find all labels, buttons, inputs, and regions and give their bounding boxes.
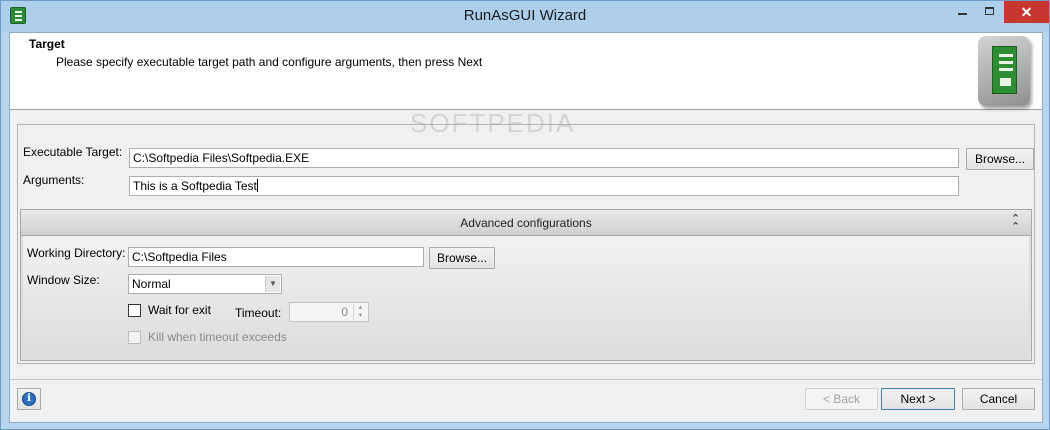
close-icon: ✕ <box>1020 4 1033 20</box>
window-title: RunAsGUI Wizard <box>463 7 587 24</box>
wizard-client: Target Please specify executable target … <box>9 32 1043 423</box>
working-directory-browse-button[interactable]: Browse... <box>429 247 495 269</box>
collapse-chevron-icon[interactable]: ⌃ ⌃ <box>1011 214 1020 233</box>
timeout-label: Timeout: <box>235 306 282 320</box>
close-button[interactable]: ✕ <box>1004 1 1049 23</box>
minimize-icon <box>958 13 967 15</box>
executable-browse-button[interactable]: Browse... <box>966 148 1034 170</box>
working-directory-input[interactable]: C:\Softpedia Files <box>128 247 424 267</box>
timeout-spinner: 0 ▲ ▼ <box>289 302 369 322</box>
window-size-value: Normal <box>132 277 171 291</box>
target-group: Executable Target: C:\Softpedia Files\So… <box>17 124 1035 364</box>
app-logo-icon <box>978 36 1030 106</box>
maximize-button[interactable] <box>976 1 1003 23</box>
window-size-select[interactable]: Normal ▼ <box>128 274 282 294</box>
dropdown-arrow-icon[interactable]: ▼ <box>265 276 280 292</box>
maximize-icon <box>985 7 994 15</box>
kill-timeout-label: Kill when timeout exceeds <box>148 330 287 344</box>
page-title: Target <box>29 37 65 51</box>
advanced-panel: Advanced configurations ⌃ ⌃ Working Direc… <box>20 209 1032 361</box>
wizard-header: Target Please specify executable target … <box>10 33 1042 110</box>
window-size-label: Window Size: <box>27 273 100 287</box>
text-caret <box>256 179 258 192</box>
advanced-panel-title: Advanced configurations <box>460 216 592 230</box>
spin-down-icon: ▼ <box>357 313 364 319</box>
minimize-button[interactable] <box>949 1 976 23</box>
executable-target-label: Executable Target: <box>23 145 123 159</box>
advanced-panel-body: Working Directory: C:\Softpedia Files Br… <box>23 236 1029 360</box>
wizard-window: RunAsGUI Wizard ✕ Target Please specify … <box>0 0 1050 430</box>
info-icon: i <box>22 392 36 406</box>
info-button[interactable]: i <box>17 388 41 410</box>
kill-timeout-checkbox <box>128 331 141 344</box>
cancel-button[interactable]: Cancel <box>962 388 1035 410</box>
working-directory-label: Working Directory: <box>27 246 126 260</box>
arguments-input[interactable]: This is a Softpedia Test <box>129 176 959 196</box>
arguments-label: Arguments: <box>23 173 85 187</box>
wait-for-exit-label[interactable]: Wait for exit <box>148 303 211 317</box>
back-button: < Back <box>805 388 878 410</box>
next-button[interactable]: Next > <box>881 388 955 410</box>
spin-up-icon: ▲ <box>357 305 364 311</box>
timeout-value: 0 <box>341 305 348 319</box>
executable-target-input[interactable]: C:\Softpedia Files\Softpedia.EXE <box>129 148 959 168</box>
page-subtitle: Please specify executable target path an… <box>56 55 483 69</box>
wait-for-exit-checkbox[interactable] <box>128 304 141 317</box>
title-bar[interactable]: RunAsGUI Wizard ✕ <box>1 1 1049 32</box>
advanced-panel-header[interactable]: Advanced configurations ⌃ ⌃ <box>21 210 1031 236</box>
footer-divider <box>10 379 1042 380</box>
arguments-value: This is a Softpedia Test <box>133 179 257 193</box>
